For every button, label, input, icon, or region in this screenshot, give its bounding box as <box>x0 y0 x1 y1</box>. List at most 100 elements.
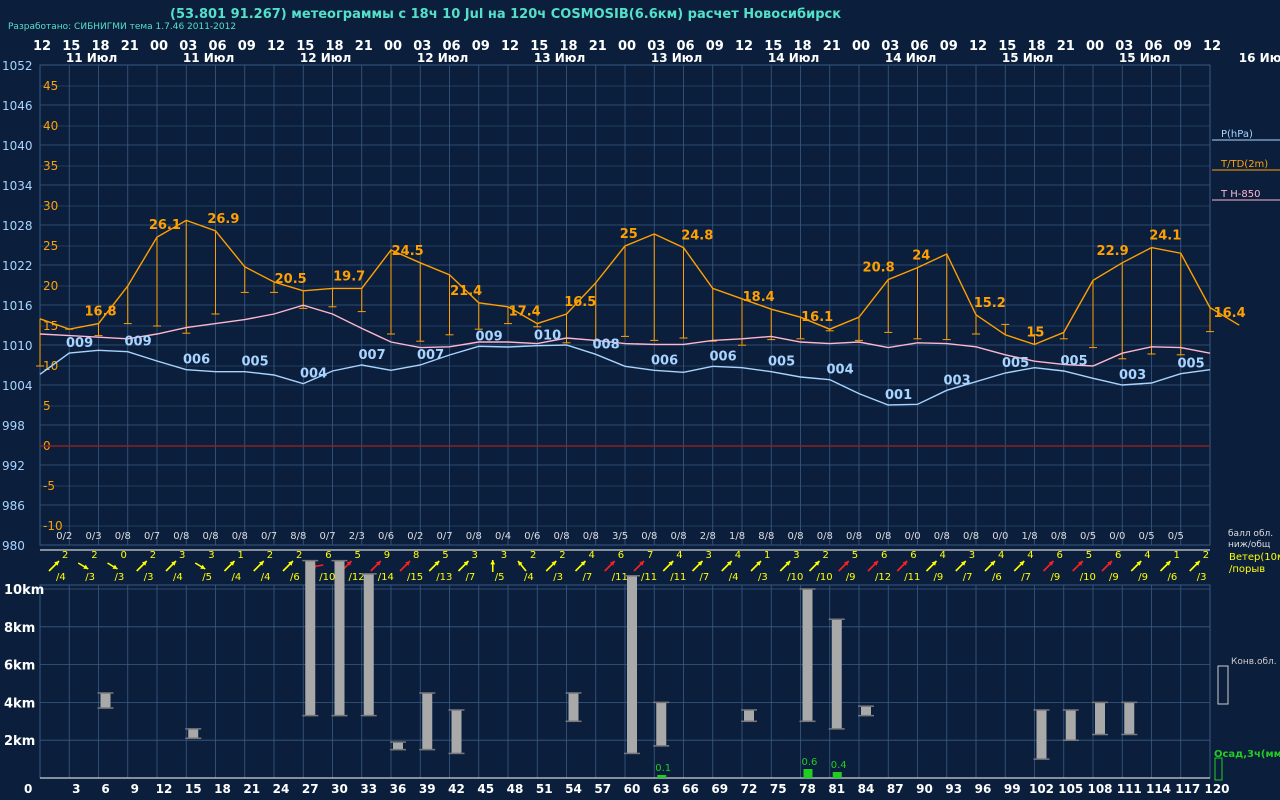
temp-data-label: 16.8 <box>85 305 117 320</box>
cloud-cover-label: 0/0 <box>1109 531 1125 542</box>
day-label: 16 Июл <box>1239 51 1280 65</box>
pressure-data-label: 005 <box>242 355 269 370</box>
temp-tick-label: 25 <box>43 239 58 253</box>
wind-gust-label: /4 <box>524 572 534 583</box>
convective-cloud-bar <box>100 692 111 709</box>
legend-pressure: P(hPa) <box>1221 129 1253 140</box>
temp-data-label: 24.5 <box>392 244 424 259</box>
hour-label: 12 <box>267 39 285 54</box>
convective-cloud-bar <box>422 692 433 750</box>
wind-speed-label: 2 <box>559 550 565 561</box>
cloud-cover-label: 0/8 <box>232 531 248 542</box>
wind-speed-label: 9 <box>384 550 390 561</box>
wind-gust-label: /7 <box>583 572 593 583</box>
legend-precip: Осад,3ч(мм) <box>1214 749 1280 760</box>
forecast-hour-label: 0 <box>24 782 32 796</box>
forecast-hour-label: 105 <box>1058 782 1083 796</box>
wind-speed-label: 2 <box>62 550 68 561</box>
wind-gust-label: /4 <box>232 572 242 583</box>
precip-bar <box>832 772 842 778</box>
temp-data-label: 20.5 <box>275 272 307 287</box>
hour-label: 00 <box>1086 39 1104 54</box>
temp-data-label: 16.1 <box>801 310 833 325</box>
cloud-cover-label: 0/7 <box>437 531 453 542</box>
temp-data-label: 18.4 <box>743 290 775 305</box>
wind-speed-label: 6 <box>1115 550 1121 561</box>
temp-data-label: 17.4 <box>509 305 541 320</box>
wind-speed-label: 4 <box>940 550 946 561</box>
convective-cloud-bar <box>627 575 637 754</box>
hour-label: 12 <box>33 39 51 54</box>
convective-cloud-bar <box>744 709 754 722</box>
pressure-tick-label: 992 <box>2 459 25 473</box>
precip-label: 0.1 <box>655 763 671 774</box>
hour-label: 00 <box>618 39 636 54</box>
hour-label: 00 <box>150 39 168 54</box>
clouds-layer: 0.1 0.6 0.4 <box>97 559 1138 778</box>
day-label: 11 Июл <box>66 51 117 65</box>
pressure-tick-label: 1052 <box>2 59 33 73</box>
cloud-cover-label: 0/2 <box>56 531 72 542</box>
cloud-cover-label: 0/7 <box>320 531 336 542</box>
pressure-data-label: 004 <box>827 363 854 378</box>
wind-speed-label: 4 <box>1144 550 1150 561</box>
hour-label: 12 <box>969 39 987 54</box>
cloud-cover-label: 0/3 <box>86 531 102 542</box>
legend-t850: T H-850 <box>1220 189 1261 200</box>
cloud-cover-label: 0/7 <box>261 531 277 542</box>
forecast-hour-label: 102 <box>1029 782 1054 796</box>
precip-label: 0.4 <box>831 760 847 771</box>
pressure-tick-label: 1016 <box>2 299 33 313</box>
wind-gust-label: /5 <box>495 572 505 583</box>
pressure-tick-label: 980 <box>2 539 25 553</box>
cloud-cover-label: 0/7 <box>144 531 160 542</box>
forecast-hour-label: 54 <box>565 782 582 796</box>
wind-gust-label: /9 <box>934 572 944 583</box>
convective-cloud-bar <box>861 706 871 716</box>
legend-cloud-2: ниж/общ <box>1228 540 1271 550</box>
wind-speed-label: 8 <box>413 550 419 561</box>
wind-gust-label: /9 <box>1138 572 1148 583</box>
convective-cloud-bar <box>1124 702 1135 735</box>
wind-gust-label: /14 <box>378 572 394 583</box>
convective-cloud-bar <box>568 692 579 722</box>
pressure-tick-label: 1010 <box>2 339 33 353</box>
temp-tick-label: 45 <box>43 79 58 93</box>
day-label: 11 Июл <box>183 51 234 65</box>
wind-gust-label: /7 <box>466 572 476 583</box>
height-tick-label: 4km <box>4 696 35 711</box>
forecast-hour-label: 63 <box>653 782 670 796</box>
wind-gust-label: /10 <box>319 572 335 583</box>
cloud-cover-label: 2/3 <box>349 531 365 542</box>
convective-cloud-bar <box>363 573 374 716</box>
wind-gust-label: /6 <box>992 572 1002 583</box>
pressure-data-label: 008 <box>593 337 620 352</box>
precip-bar <box>803 769 813 778</box>
legend-layer: P(hPa) T/TD(2m) T H-850 балл обл.ниж/общ Вет… <box>1212 129 1280 781</box>
wind-gust-label: /7 <box>963 572 973 583</box>
wind-speed-label: 7 <box>647 550 653 561</box>
cloud-cover-label: 0/8 <box>671 531 687 542</box>
forecast-hour-label: 27 <box>302 782 319 796</box>
wind-gust-label: /6 <box>1168 572 1178 583</box>
pressure-data-label: 007 <box>417 348 444 363</box>
wind-speed-label: 2 <box>823 550 829 561</box>
cloud-cover-label: 0/8 <box>1051 531 1067 542</box>
hour-label: 21 <box>121 39 139 54</box>
cloud-cover-label: 1/8 <box>729 531 745 542</box>
wind-speed-label: 3 <box>208 550 214 561</box>
cloud-cover-label: 0/6 <box>524 531 540 542</box>
pressure-tick-label: 1046 <box>2 99 33 113</box>
forecast-hour-label: 60 <box>624 782 641 796</box>
legend-convective-swatch <box>1217 665 1229 705</box>
pressure-data-label: 007 <box>359 348 386 363</box>
precip-bar <box>657 775 667 778</box>
legend-temperature: T/TD(2m) <box>1220 159 1268 170</box>
meteogram-chart: 1052104610401034102810221016101010049989… <box>2 39 1280 796</box>
temp-data-label: 15.2 <box>974 296 1006 311</box>
cloud-cover-label: 0/8 <box>466 531 482 542</box>
forecast-hour-label: 18 <box>214 782 231 796</box>
wind-speed-label: 3 <box>501 550 507 561</box>
pressure-data-label: 005 <box>768 355 795 370</box>
pressure-tick-label: 1040 <box>2 139 33 153</box>
